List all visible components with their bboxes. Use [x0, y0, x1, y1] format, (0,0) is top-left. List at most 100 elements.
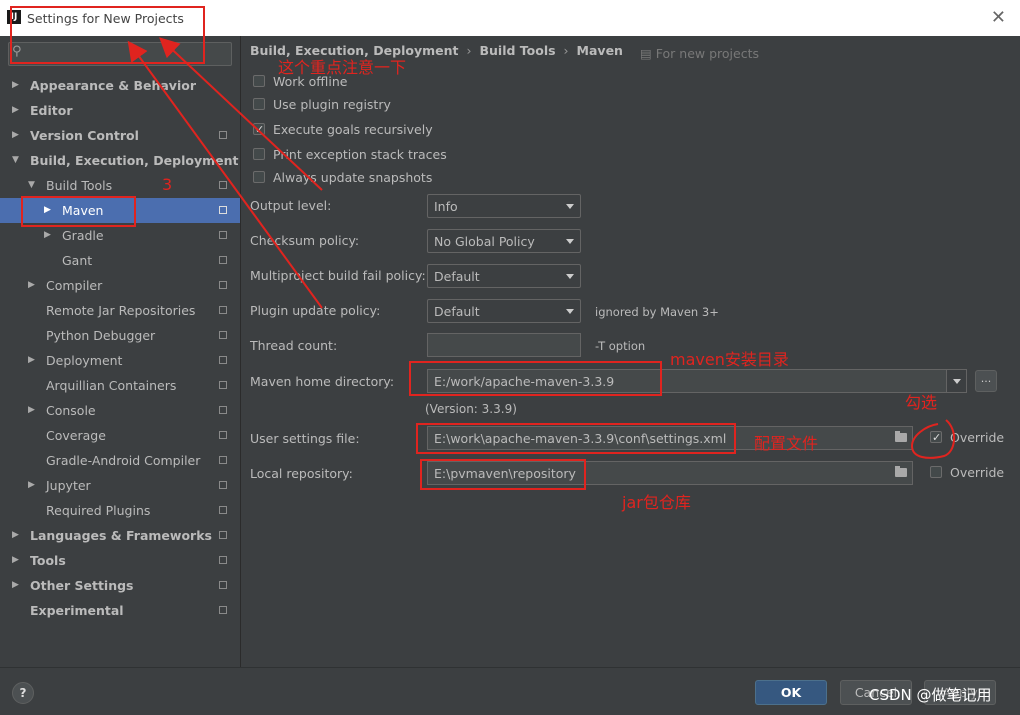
breadcrumb-item: Maven [576, 43, 623, 58]
thread-count-input[interactable] [427, 333, 581, 357]
checkbox-box[interactable] [930, 466, 942, 478]
sidebar-item-jupyter[interactable]: ▶ Jupyter [0, 473, 240, 498]
folder-icon[interactable] [895, 466, 907, 477]
expand-arrow-icon: ▶ [12, 555, 19, 565]
chevron-down-icon [566, 239, 574, 244]
help-icon[interactable]: ? [12, 682, 34, 704]
sidebar-item-console[interactable]: ▶ Console [0, 398, 240, 423]
project-settings-icon [219, 281, 227, 289]
folder-icon[interactable] [895, 431, 907, 442]
project-settings-icon [219, 206, 227, 214]
thread-count-hint: -T option [595, 339, 646, 353]
breadcrumb-separator: › [563, 43, 569, 58]
sidebar-item-other-settings[interactable]: ▶ Other Settings [0, 573, 240, 598]
project-settings-icon [219, 581, 227, 589]
sidebar-item-arquillian-containers[interactable]: Arquillian Containers [0, 373, 240, 398]
for-new-projects-label: ▤ For new projects [640, 46, 759, 61]
plugin-update-policy-label: Plugin update policy: [250, 303, 381, 318]
plugin-update-policy-select[interactable]: Default [427, 299, 581, 323]
expand-arrow-icon: ▶ [12, 530, 19, 540]
sidebar-item-languages-frameworks[interactable]: ▶ Languages & Frameworks [0, 523, 240, 548]
checksum-policy-label: Checksum policy: [250, 233, 360, 248]
multiproject-fail-policy-label: Multiproject build fail policy: [250, 268, 426, 283]
sidebar-item-coverage[interactable]: Coverage [0, 423, 240, 448]
intellij-app-icon: IJ [7, 10, 21, 24]
settings-sidebar: ⚲ ▶ Appearance & Behavior ▶ Editor ▶ Ver… [0, 36, 241, 667]
dialog-footer: ? OK Cancel Apply [0, 667, 1020, 715]
collapse-arrow-icon: ▼ [28, 180, 35, 190]
expand-arrow-icon: ▶ [28, 280, 35, 290]
project-settings-icon [219, 431, 227, 439]
project-settings-icon [219, 131, 227, 139]
expand-arrow-icon: ▶ [28, 355, 35, 365]
project-settings-icon [219, 231, 227, 239]
output-level-label: Output level: [250, 198, 332, 213]
project-settings-icon [219, 456, 227, 464]
chevron-down-icon [566, 309, 574, 314]
csdn-watermark: CSDN @做笔记用 [869, 686, 992, 704]
sidebar-item-remote-jar-repositories[interactable]: Remote Jar Repositories [0, 298, 240, 323]
checkbox-box[interactable] [253, 98, 265, 110]
maven-home-dropdown-arrow[interactable] [947, 369, 967, 393]
expand-arrow-icon: ▶ [12, 130, 19, 140]
sidebar-item-deployment[interactable]: ▶ Deployment [0, 348, 240, 373]
sidebar-item-required-plugins[interactable]: Required Plugins [0, 498, 240, 523]
sidebar-item-appearance-behavior[interactable]: ▶ Appearance & Behavior [0, 73, 240, 98]
project-settings-icon [219, 506, 227, 514]
project-settings-icon [219, 181, 227, 189]
multiproject-fail-policy-select[interactable]: Default [427, 264, 581, 288]
maven-home-label: Maven home directory: [250, 374, 395, 389]
sidebar-item-maven[interactable]: ▶ Maven [0, 198, 240, 223]
sidebar-item-build-tools[interactable]: ▼ Build Tools [0, 173, 240, 198]
checksum-policy-select[interactable]: No Global Policy [427, 229, 581, 253]
project-settings-icon [219, 356, 227, 364]
checkbox-box[interactable] [253, 75, 265, 87]
sidebar-item-gant[interactable]: Gant [0, 248, 240, 273]
annotation-note-top: 这个重点注意一下 [278, 58, 407, 77]
annotation-note-check: 勾选 [905, 393, 938, 412]
sidebar-item-experimental[interactable]: Experimental [0, 598, 240, 623]
project-settings-icon [219, 406, 227, 414]
user-settings-file-input[interactable]: E:\work\apache-maven-3.3.9\conf\settings… [427, 426, 913, 450]
project-settings-icon [219, 306, 227, 314]
window-title: Settings for New Projects [27, 11, 184, 26]
expand-arrow-icon: ▶ [28, 480, 35, 490]
sidebar-item-gradle[interactable]: ▶ Gradle [0, 223, 240, 248]
checkbox-box[interactable] [930, 428, 942, 448]
checkbox-box[interactable] [253, 120, 265, 140]
chevron-down-icon [566, 204, 574, 209]
expand-arrow-icon: ▶ [12, 580, 19, 590]
checkbox-box[interactable] [253, 171, 265, 183]
annotation-note-settings: 配置文件 [754, 434, 819, 453]
annotation-note-jar: jar包仓库 [622, 493, 691, 512]
sidebar-item-tools[interactable]: ▶ Tools [0, 548, 240, 573]
project-settings-icon [219, 381, 227, 389]
maven-home-browse-button[interactable]: ... [975, 370, 997, 392]
search-icon: ⚲ [12, 44, 22, 59]
project-settings-icon [219, 481, 227, 489]
sidebar-item-gradle-android-compiler[interactable]: Gradle-Android Compiler [0, 448, 240, 473]
sidebar-item-editor[interactable]: ▶ Editor [0, 98, 240, 123]
local-repository-label: Local repository: [250, 466, 353, 481]
expand-arrow-icon: ▶ [12, 80, 19, 90]
collapse-arrow-icon: ▼ [12, 155, 19, 165]
expand-arrow-icon: ▶ [44, 205, 51, 215]
annotation-note-3: 3 [162, 175, 173, 194]
output-level-select[interactable]: Info [427, 194, 581, 218]
thread-count-label: Thread count: [250, 338, 338, 353]
maven-home-combo[interactable]: E:/work/apache-maven-3.3.9 [427, 369, 947, 393]
checkbox-box[interactable] [253, 148, 265, 160]
sidebar-item-build-execution-deployment[interactable]: ▼ Build, Execution, Deployment [0, 148, 240, 173]
breadcrumb-separator: › [466, 43, 472, 58]
title-bar: IJ Settings for New Projects ✕ [0, 0, 1020, 36]
sidebar-item-compiler[interactable]: ▶ Compiler [0, 273, 240, 298]
ok-button[interactable]: OK [755, 680, 827, 705]
expand-arrow-icon: ▶ [28, 405, 35, 415]
local-repository-input[interactable]: E:\pvmaven\repository [427, 461, 913, 485]
project-settings-icon [219, 256, 227, 264]
close-icon[interactable]: ✕ [991, 7, 1006, 28]
sidebar-item-python-debugger[interactable]: Python Debugger [0, 323, 240, 348]
search-input[interactable]: ⚲ [8, 42, 232, 66]
sidebar-item-version-control[interactable]: ▶ Version Control [0, 123, 240, 148]
breadcrumb-item[interactable]: Build Tools [479, 43, 555, 58]
